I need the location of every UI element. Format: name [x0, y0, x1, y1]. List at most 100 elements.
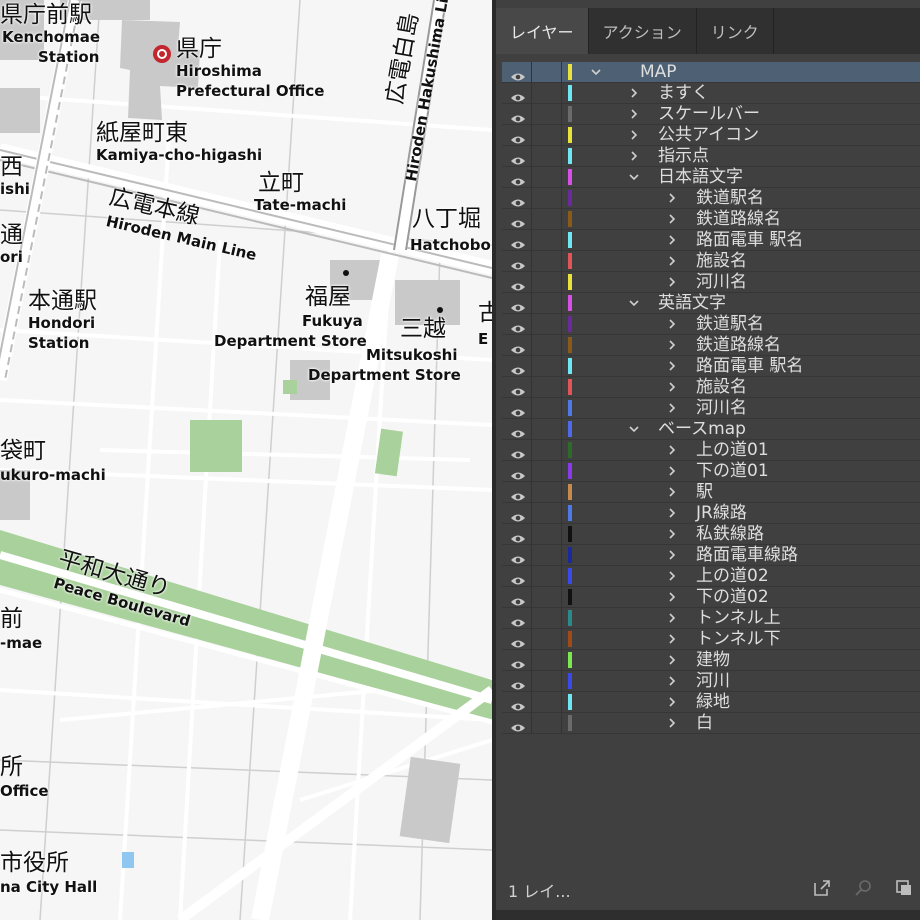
layer-row[interactable]: 駅 [502, 482, 920, 503]
chevron-right-icon[interactable] [666, 527, 678, 541]
visibility-eye-icon[interactable] [510, 340, 526, 354]
chevron-right-icon[interactable] [666, 611, 678, 625]
chevron-down-icon[interactable] [628, 296, 640, 310]
chevron-right-icon[interactable] [666, 317, 678, 331]
layer-row[interactable]: 施設名 [502, 377, 920, 398]
layer-row[interactable]: 私鉄線路 [502, 524, 920, 545]
chevron-down-icon[interactable] [590, 65, 602, 79]
visibility-eye-icon[interactable] [510, 277, 526, 291]
visibility-eye-icon[interactable] [510, 319, 526, 333]
visibility-eye-icon[interactable] [510, 67, 526, 81]
visibility-eye-icon[interactable] [510, 382, 526, 396]
chevron-right-icon[interactable] [628, 128, 640, 142]
layer-row[interactable]: MAP [502, 62, 920, 83]
layer-row[interactable]: 路面電車 駅名 [502, 230, 920, 251]
layer-row[interactable]: 上の道01 [502, 440, 920, 461]
chevron-right-icon[interactable] [666, 506, 678, 520]
search-icon[interactable] [854, 878, 874, 898]
chevron-right-icon[interactable] [666, 212, 678, 226]
layer-row[interactable]: 路面電車 駅名 [502, 356, 920, 377]
visibility-eye-icon[interactable] [510, 529, 526, 543]
visibility-eye-icon[interactable] [510, 718, 526, 732]
chevron-right-icon[interactable] [628, 107, 640, 121]
visibility-eye-icon[interactable] [510, 550, 526, 564]
chevron-right-icon[interactable] [666, 443, 678, 457]
visibility-eye-icon[interactable] [510, 676, 526, 690]
visibility-eye-icon[interactable] [510, 172, 526, 186]
layer-row[interactable]: ベースmap [502, 419, 920, 440]
chevron-right-icon[interactable] [666, 653, 678, 667]
layer-row[interactable]: JR線路 [502, 503, 920, 524]
layer-row[interactable]: 鉄道路線名 [502, 209, 920, 230]
chevron-down-icon[interactable] [628, 422, 640, 436]
layer-row[interactable]: 白 [502, 713, 920, 734]
chevron-right-icon[interactable] [666, 548, 678, 562]
chevron-right-icon[interactable] [666, 401, 678, 415]
map-canvas[interactable]: 県庁前駅 Kenchomae Station 県庁 Hiroshima Pref… [0, 0, 492, 920]
layer-row[interactable]: 建物 [502, 650, 920, 671]
visibility-eye-icon[interactable] [510, 361, 526, 375]
visibility-eye-icon[interactable] [510, 151, 526, 165]
chevron-down-icon[interactable] [628, 170, 640, 184]
export-icon[interactable] [812, 878, 832, 898]
chevron-right-icon[interactable] [666, 380, 678, 394]
visibility-eye-icon[interactable] [510, 256, 526, 270]
visibility-eye-icon[interactable] [510, 298, 526, 312]
layer-row[interactable]: トンネル下 [502, 629, 920, 650]
layer-row[interactable]: 下の道02 [502, 587, 920, 608]
chevron-right-icon[interactable] [666, 359, 678, 373]
layer-row[interactable]: 施設名 [502, 251, 920, 272]
layer-row[interactable]: 公共アイコン [502, 125, 920, 146]
layer-row[interactable]: 日本語文字 [502, 167, 920, 188]
layer-row[interactable]: 鉄道駅名 [502, 314, 920, 335]
visibility-eye-icon[interactable] [510, 109, 526, 123]
visibility-eye-icon[interactable] [510, 508, 526, 522]
chevron-right-icon[interactable] [666, 485, 678, 499]
visibility-eye-icon[interactable] [510, 571, 526, 585]
layer-row[interactable]: 英語文字 [502, 293, 920, 314]
layer-row[interactable]: 河川 [502, 671, 920, 692]
horizontal-scrollbar[interactable] [496, 910, 920, 920]
visibility-eye-icon[interactable] [510, 214, 526, 228]
visibility-eye-icon[interactable] [510, 193, 526, 207]
tab-2[interactable]: リンク [697, 8, 774, 54]
layer-row[interactable]: 上の道02 [502, 566, 920, 587]
visibility-eye-icon[interactable] [510, 445, 526, 459]
visibility-eye-icon[interactable] [510, 130, 526, 144]
chevron-right-icon[interactable] [666, 191, 678, 205]
layer-row[interactable]: 路面電車線路 [502, 545, 920, 566]
chevron-right-icon[interactable] [666, 569, 678, 583]
visibility-eye-icon[interactable] [510, 697, 526, 711]
chevron-right-icon[interactable] [628, 149, 640, 163]
visibility-eye-icon[interactable] [510, 235, 526, 249]
chevron-right-icon[interactable] [666, 632, 678, 646]
layer-row[interactable]: 鉄道路線名 [502, 335, 920, 356]
layer-row[interactable]: ますく [502, 83, 920, 104]
chevron-right-icon[interactable] [666, 674, 678, 688]
visibility-eye-icon[interactable] [510, 634, 526, 648]
chevron-right-icon[interactable] [666, 254, 678, 268]
visibility-eye-icon[interactable] [510, 487, 526, 501]
visibility-eye-icon[interactable] [510, 424, 526, 438]
chevron-right-icon[interactable] [666, 695, 678, 709]
visibility-eye-icon[interactable] [510, 88, 526, 102]
layer-row[interactable]: 指示点 [502, 146, 920, 167]
chevron-right-icon[interactable] [666, 275, 678, 289]
visibility-eye-icon[interactable] [510, 466, 526, 480]
chevron-right-icon[interactable] [666, 233, 678, 247]
layer-row[interactable]: 下の道01 [502, 461, 920, 482]
layer-row[interactable]: 河川名 [502, 272, 920, 293]
chevron-right-icon[interactable] [666, 338, 678, 352]
chevron-right-icon[interactable] [628, 86, 640, 100]
layer-row[interactable]: 河川名 [502, 398, 920, 419]
layer-row[interactable]: 緑地 [502, 692, 920, 713]
chevron-right-icon[interactable] [666, 716, 678, 730]
chevron-right-icon[interactable] [666, 590, 678, 604]
visibility-eye-icon[interactable] [510, 655, 526, 669]
visibility-eye-icon[interactable] [510, 592, 526, 606]
tab-0[interactable]: レイヤー [496, 8, 589, 54]
layer-row[interactable]: スケールバー [502, 104, 920, 125]
layer-row[interactable]: 鉄道駅名 [502, 188, 920, 209]
tab-1[interactable]: アクション [589, 8, 697, 54]
arrange-icon[interactable] [894, 878, 914, 898]
